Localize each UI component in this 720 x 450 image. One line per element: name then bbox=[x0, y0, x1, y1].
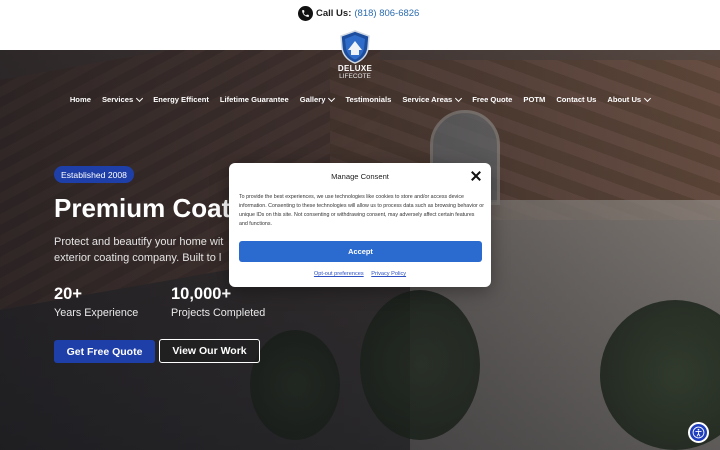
established-badge: Established 2008 bbox=[54, 166, 134, 183]
consent-links: Opt-out preferences Privacy Policy bbox=[229, 271, 491, 277]
call-us[interactable]: Call Us: (818) 806-6826 bbox=[298, 5, 419, 21]
accept-button[interactable]: Accept bbox=[239, 241, 482, 262]
nav-contact-us[interactable]: Contact Us bbox=[551, 95, 602, 104]
get-free-quote-button[interactable]: Get Free Quote bbox=[54, 340, 155, 363]
stat-value: 10,000+ bbox=[171, 285, 232, 303]
chevron-down-icon bbox=[328, 94, 336, 102]
close-icon[interactable] bbox=[471, 171, 481, 181]
nav-energy-efficient[interactable]: Energy Efficent bbox=[148, 95, 215, 104]
logo-text-lifecote: LIFECOTE bbox=[339, 73, 371, 80]
nav-about-us[interactable]: About Us bbox=[602, 94, 656, 104]
consent-dialog: Manage Consent To provide the best exper… bbox=[229, 163, 491, 287]
main-nav: Home Services Energy Efficent Lifetime G… bbox=[0, 94, 720, 104]
accessibility-button[interactable] bbox=[688, 422, 709, 443]
stat-projects: 10,000+ Projects Completed bbox=[171, 285, 265, 319]
opt-out-preferences-link[interactable]: Opt-out preferences bbox=[314, 271, 364, 277]
view-our-work-button[interactable]: View Our Work bbox=[159, 339, 260, 363]
nav-potm[interactable]: POTM bbox=[518, 95, 551, 104]
hero-headline: Premium Coat bbox=[54, 193, 231, 223]
nav-free-quote[interactable]: Free Quote bbox=[467, 95, 518, 104]
nav-lifetime-guarantee[interactable]: Lifetime Guarantee bbox=[214, 95, 294, 104]
stat-label: Years Experience bbox=[54, 307, 139, 319]
nav-services[interactable]: Services bbox=[96, 94, 147, 104]
phone-icon bbox=[298, 5, 313, 21]
stat-years: 20+ Years Experience bbox=[54, 285, 138, 319]
call-us-label: Call Us: bbox=[316, 7, 352, 19]
phone-number-link[interactable]: (818) 806-6826 bbox=[354, 8, 419, 19]
nav-testimonials[interactable]: Testimonials bbox=[340, 95, 397, 104]
nav-service-areas[interactable]: Service Areas bbox=[397, 94, 467, 104]
site-logo[interactable]: DELUXE LIFECOTE bbox=[335, 30, 375, 82]
stat-label: Projects Completed bbox=[171, 307, 266, 319]
shield-logo-icon bbox=[340, 30, 370, 64]
logo-text-deluxe: DELUXE bbox=[337, 64, 373, 73]
nav-home[interactable]: Home bbox=[64, 95, 96, 104]
chevron-down-icon bbox=[136, 94, 144, 102]
accessibility-icon bbox=[692, 426, 705, 439]
consent-body: To provide the best experiences, we use … bbox=[239, 194, 484, 227]
chevron-down-icon bbox=[644, 94, 652, 102]
stat-value: 20+ bbox=[54, 285, 82, 303]
consent-title: Manage Consent bbox=[331, 172, 389, 181]
nav-gallery[interactable]: Gallery bbox=[294, 94, 340, 104]
privacy-policy-link[interactable]: Privacy Policy bbox=[371, 271, 406, 277]
chevron-down-icon bbox=[455, 94, 463, 102]
